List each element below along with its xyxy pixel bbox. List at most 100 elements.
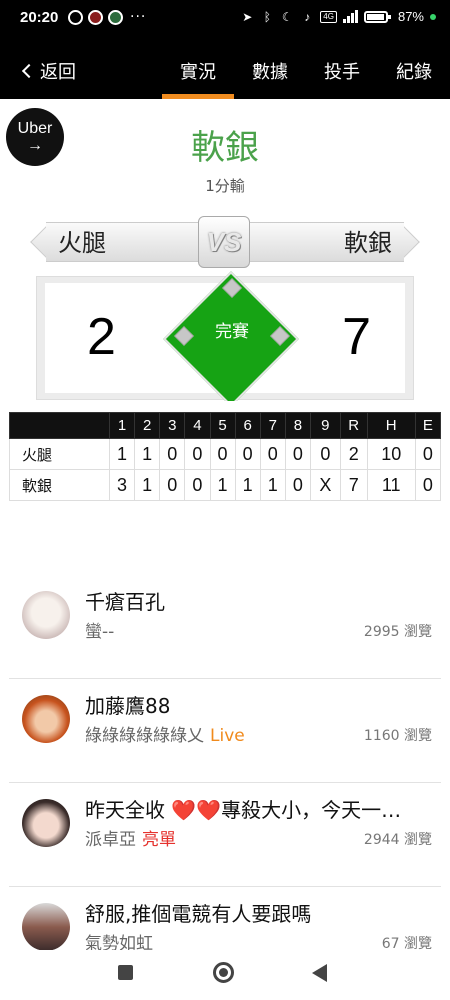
- linescore-cell: 2: [339, 438, 368, 470]
- home-team-name: 軟銀: [234, 222, 404, 262]
- linescore-header-cell: 1: [108, 412, 136, 439]
- post-title: 舒服,推個電競有人要跟嗎: [85, 902, 312, 926]
- avatar[interactable]: [22, 903, 70, 951]
- charging-dot-icon: [430, 13, 436, 20]
- list-item[interactable]: 昨天全收 ❤️❤️專殺大小，今天一… 派卓亞 亮單 2944 瀏覽: [9, 783, 441, 887]
- vs-badge: VS: [198, 216, 250, 268]
- notification-icons: ···: [68, 9, 146, 25]
- mute-icon: ♪: [304, 9, 311, 24]
- winner-team: 軟銀: [191, 128, 259, 168]
- avatar[interactable]: [22, 799, 70, 847]
- app-notification-icon: [68, 9, 83, 25]
- post-author: 派卓亞 亮單: [85, 825, 176, 850]
- tab-bar: 實況 數據 投手 紀錄: [162, 40, 450, 99]
- linescore-team-cell: 火腿: [9, 438, 110, 470]
- linescore-cell: 0: [414, 438, 442, 470]
- home-button[interactable]: [213, 962, 234, 983]
- author-name: 蠻--: [85, 622, 115, 642]
- list-item[interactable]: 千瘡百孔 蠻-- 2995 瀏覽: [9, 575, 441, 679]
- list-item[interactable]: 加藤鷹88 綠綠綠綠綠綠乂 Live 1160 瀏覽: [9, 679, 441, 783]
- status-icons: ➤ ᛒ ☾ ♪ 4G 87%: [240, 9, 436, 24]
- linescore-cell: 1: [209, 469, 236, 501]
- score-box: 2 7 完賽: [36, 271, 414, 401]
- baseball-diamond: 完賽: [152, 265, 312, 401]
- recents-button[interactable]: [118, 965, 133, 980]
- bluetooth-icon: ᛒ: [263, 9, 271, 24]
- post-title-part: 專殺大小，今天一…: [221, 798, 402, 822]
- location-icon: ➤: [242, 9, 253, 24]
- view-count: 2944 瀏覽: [363, 832, 432, 848]
- view-count: 1160 瀏覽: [363, 728, 432, 744]
- linescore-cell: 0: [159, 438, 186, 470]
- linescore-cell: 0: [414, 469, 442, 501]
- game-nav: 返回 實況 數據 投手 紀錄: [0, 40, 450, 99]
- status-time: 20:20: [20, 9, 59, 26]
- linescore-header-row: 1 2 3 4 5 6 7 8 9 R H E: [9, 412, 442, 439]
- battery-level: 87%: [397, 9, 424, 24]
- signal-icon: [342, 10, 358, 23]
- linescore-cell: 0: [310, 438, 341, 470]
- app-notification-icon: [88, 9, 103, 25]
- tab-label: 紀錄: [396, 62, 432, 83]
- post-feed: 千瘡百孔 蠻-- 2995 瀏覽 加藤鷹88 綠綠綠綠綠綠乂 Live 1160 …: [0, 575, 450, 991]
- linescore-header-cell: 9: [310, 412, 341, 439]
- linescore-table: 1 2 3 4 5 6 7 8 9 R H E 火腿 1 1 0 0 0 0 0…: [9, 412, 442, 501]
- linescore-cell: 1: [108, 438, 136, 470]
- battery-icon: [363, 10, 391, 23]
- avatar[interactable]: [22, 695, 70, 743]
- linescore-header-cell: 3: [159, 412, 186, 439]
- linescore-cell: 0: [259, 438, 286, 470]
- linescore-header-cell: 2: [134, 412, 161, 439]
- linescore-cell: 0: [234, 438, 261, 470]
- chevron-left-icon: [21, 63, 37, 79]
- away-team-name: 火腿: [46, 222, 216, 262]
- versus-bar: 火腿 軟銀 VS: [30, 216, 420, 268]
- post-title: 加藤鷹88: [85, 694, 171, 718]
- back-label: 返回: [40, 62, 76, 83]
- game-state-label: 完賽: [215, 322, 249, 342]
- post-title: 昨天全收 ❤️❤️專殺大小，今天一…: [85, 794, 430, 823]
- tab-records[interactable]: 紀錄: [378, 40, 450, 99]
- linescore-header-cell: 8: [284, 412, 312, 439]
- app-notification-icon: [108, 9, 123, 25]
- away-score: 2: [87, 308, 116, 366]
- back-button[interactable]: 返回: [20, 58, 76, 84]
- linescore-cell: 0: [209, 438, 236, 470]
- linescore-header-cell: [9, 412, 110, 439]
- heart-icon: ❤️❤️: [171, 798, 222, 822]
- linescore-header-cell: 7: [259, 412, 286, 439]
- top-bar: 20:20 ··· ➤ ᛒ ☾ ♪ 4G 87% 返回 實況 數據 投手 紀錄: [0, 0, 450, 99]
- tab-label: 投手: [324, 62, 360, 83]
- tab-label: 實況: [180, 62, 216, 83]
- tab-label: 數據: [252, 62, 288, 83]
- post-author: 蠻--: [85, 617, 114, 642]
- linescore-cell: 7: [339, 469, 368, 501]
- view-count: 2995 瀏覽: [363, 624, 432, 640]
- linescore-cell: 0: [184, 469, 211, 501]
- linescore-cell: 0: [284, 469, 312, 501]
- back-triangle-button[interactable]: [312, 964, 327, 982]
- system-nav-bar: [0, 950, 450, 1000]
- live-tag: Live: [210, 726, 245, 746]
- pick-tag: 亮單: [142, 830, 176, 850]
- linescore-cell: 0: [284, 438, 312, 470]
- moon-icon: ☾: [281, 9, 293, 24]
- author-name: 派卓亞: [85, 830, 136, 850]
- linescore-cell: 0: [159, 469, 186, 501]
- linescore-cell: 1: [134, 438, 161, 470]
- linescore-header-cell: E: [414, 412, 442, 439]
- home-score: 7: [342, 308, 371, 366]
- avatar[interactable]: [22, 591, 70, 639]
- linescore-header-cell: 5: [209, 412, 236, 439]
- tab-live[interactable]: 實況: [162, 40, 234, 99]
- post-author: 綠綠綠綠綠綠乂 Live: [85, 721, 245, 746]
- more-notifications-icon: ···: [130, 9, 147, 25]
- linescore-header-cell: H: [366, 412, 416, 439]
- tab-pitchers[interactable]: 投手: [306, 40, 378, 99]
- post-title-part: 昨天全收: [85, 798, 172, 822]
- status-bar: 20:20 ··· ➤ ᛒ ☾ ♪ 4G 87%: [0, 0, 450, 36]
- network-type-icon: 4G: [320, 10, 337, 23]
- linescore-team-cell: 軟銀: [9, 469, 110, 501]
- result-text: 1分輸: [205, 177, 245, 195]
- tab-stats[interactable]: 數據: [234, 40, 306, 99]
